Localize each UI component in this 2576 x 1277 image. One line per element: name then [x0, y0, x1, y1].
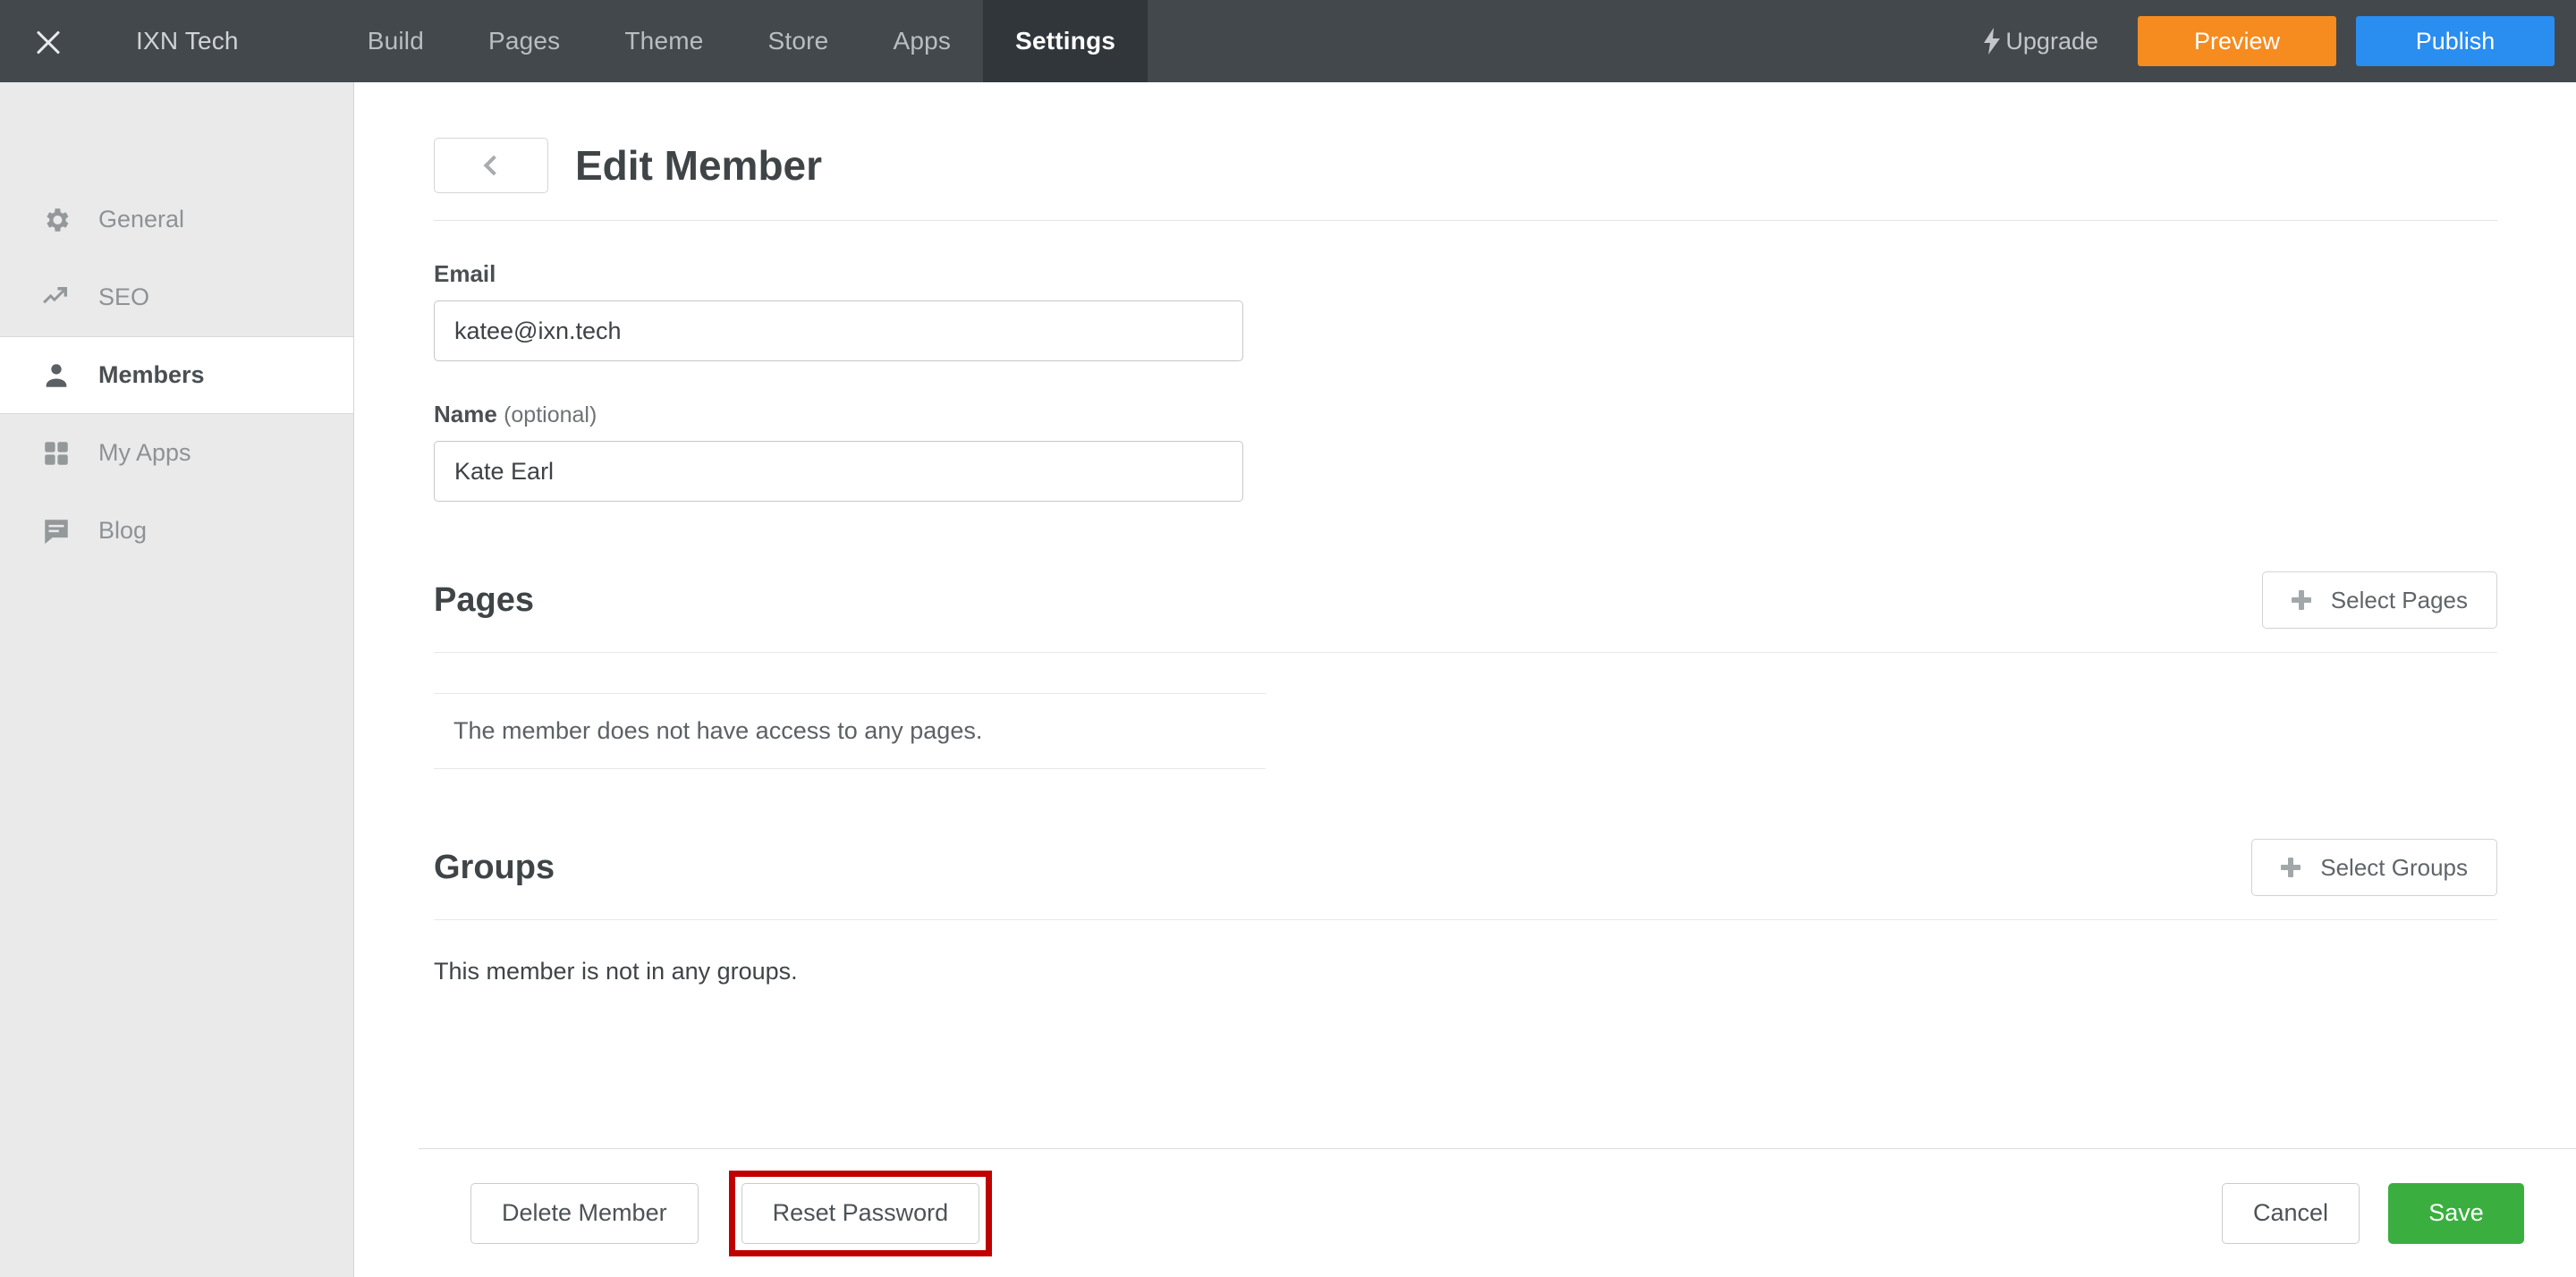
footer-left-actions: Delete Member Reset Password: [470, 1170, 993, 1256]
sidebar-item-label: Members: [98, 361, 205, 388]
site-name: IXN Tech: [136, 27, 239, 55]
plus-icon: [2281, 858, 2301, 877]
pages-section-title: Pages: [434, 580, 534, 619]
upgrade-button[interactable]: Upgrade: [1982, 28, 2098, 55]
tab-pages[interactable]: Pages: [456, 0, 592, 82]
pages-section-header: Pages Select Pages: [434, 571, 2497, 652]
footer-right-actions: Cancel Save: [2221, 1182, 2524, 1244]
reset-password-highlight: Reset Password: [728, 1170, 993, 1256]
tab-store[interactable]: Store: [736, 0, 861, 82]
trending-up-icon: [41, 283, 86, 313]
sidebar-item-label: General: [98, 206, 185, 233]
form-action-bar: Delete Member Reset Password Cancel Save: [419, 1148, 2576, 1277]
comment-icon: [41, 516, 86, 546]
delete-member-button[interactable]: Delete Member: [470, 1182, 699, 1244]
close-icon: [33, 26, 64, 56]
groups-section-header: Groups Select Groups: [434, 839, 2497, 919]
sidebar-item-label: Blog: [98, 517, 148, 544]
tab-theme[interactable]: Theme: [592, 0, 735, 82]
select-pages-button[interactable]: Select Pages: [2261, 571, 2497, 629]
back-button[interactable]: [434, 138, 548, 193]
chevron-left-icon: [483, 155, 504, 176]
sidebar-top-spacer: [0, 82, 353, 181]
sidebar-item-my-apps[interactable]: My Apps: [0, 414, 353, 492]
groups-section: Groups Select Groups This member is not …: [434, 839, 2497, 985]
lightning-bolt-icon: [1982, 28, 2002, 55]
sidebar-item-seo[interactable]: SEO: [0, 258, 353, 336]
email-field-block: Email: [434, 260, 2497, 361]
edit-member-form: Edit Member Email Name (optional) Pages …: [355, 82, 2576, 985]
grid-icon: [41, 438, 86, 469]
main-panel: Edit Member Email Name (optional) Pages …: [355, 82, 2576, 1277]
pages-divider: [434, 652, 2497, 653]
name-optional-note: (optional): [504, 402, 597, 427]
email-input[interactable]: [434, 300, 1243, 361]
save-button[interactable]: Save: [2388, 1182, 2524, 1244]
name-field-block: Name (optional): [434, 401, 2497, 502]
select-groups-button[interactable]: Select Groups: [2251, 839, 2497, 896]
sidebar-item-label: My Apps: [98, 439, 191, 466]
sidebar-item-general[interactable]: General: [0, 181, 353, 258]
upgrade-label: Upgrade: [2005, 27, 2098, 55]
tab-settings[interactable]: Settings: [983, 0, 1148, 82]
top-bar: IXN Tech Build Pages Theme Store Apps Se…: [0, 0, 2576, 82]
settings-sidebar: General SEO Members My Apps Blog: [0, 82, 354, 1277]
person-icon: [41, 360, 86, 391]
page-header: Edit Member: [434, 82, 2497, 221]
sidebar-item-blog[interactable]: Blog: [0, 492, 353, 570]
sidebar-item-members[interactable]: Members: [0, 336, 353, 414]
pages-section: Pages Select Pages The member does not h…: [434, 571, 2497, 769]
reset-password-button[interactable]: Reset Password: [741, 1182, 980, 1244]
groups-section-title: Groups: [434, 848, 555, 886]
main-nav-tabs: Build Pages Theme Store Apps Settings: [335, 0, 1148, 82]
publish-button[interactable]: Publish: [2356, 16, 2555, 66]
pages-empty-state: The member does not have access to any p…: [434, 693, 1266, 769]
top-bar-actions: Upgrade Preview Publish: [1982, 0, 2576, 82]
tab-build[interactable]: Build: [335, 0, 456, 82]
select-pages-label: Select Pages: [2330, 586, 2468, 613]
tab-apps[interactable]: Apps: [860, 0, 983, 82]
sidebar-item-label: SEO: [98, 283, 150, 310]
cancel-button[interactable]: Cancel: [2221, 1182, 2360, 1244]
groups-empty-state: This member is not in any groups.: [434, 958, 798, 985]
email-label: Email: [434, 260, 496, 287]
close-button[interactable]: [0, 0, 97, 82]
name-label: Name (optional): [434, 401, 2497, 428]
select-groups-label: Select Groups: [2320, 853, 2468, 881]
preview-button[interactable]: Preview: [2138, 16, 2336, 66]
plus-icon: [2291, 590, 2311, 610]
page-title: Edit Member: [575, 142, 823, 189]
name-label-text: Name: [434, 401, 497, 427]
name-input[interactable]: [434, 441, 1243, 502]
groups-divider: [434, 919, 2497, 920]
gear-icon: [41, 205, 86, 235]
